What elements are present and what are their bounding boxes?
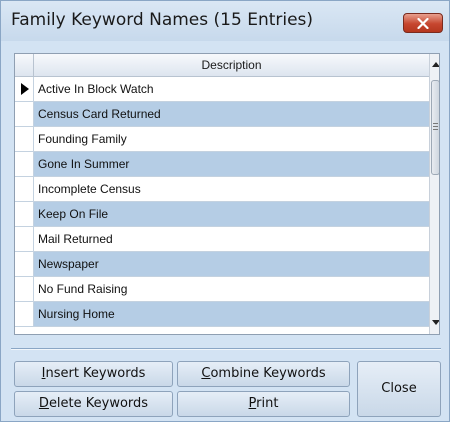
grip-icon bbox=[433, 123, 438, 130]
table-row[interactable]: Active In Block Watch bbox=[15, 77, 429, 102]
row-indicator-header bbox=[15, 54, 34, 77]
table-row[interactable]: Nursing Home bbox=[15, 302, 429, 327]
separator bbox=[11, 348, 441, 350]
description-cell[interactable]: Gone In Summer bbox=[34, 152, 429, 176]
current-row-pointer-icon bbox=[21, 83, 29, 95]
description-cell[interactable]: Incomplete Census bbox=[34, 177, 429, 201]
close-button[interactable]: Close bbox=[357, 361, 441, 417]
description-cell[interactable]: Active In Block Watch bbox=[34, 77, 429, 101]
description-column-header[interactable]: Description bbox=[34, 54, 429, 77]
row-indicator bbox=[15, 127, 34, 151]
row-indicator bbox=[15, 152, 34, 176]
title-bar: Family Keyword Names (15 Entries) bbox=[1, 1, 449, 41]
description-cell[interactable]: Founding Family bbox=[34, 127, 429, 151]
combine-label: ombine Keywords bbox=[210, 366, 326, 381]
row-indicator bbox=[15, 227, 34, 251]
print-button[interactable]: Print bbox=[177, 391, 350, 417]
combine-keywords-button[interactable]: Combine Keywords bbox=[177, 361, 350, 387]
description-cell[interactable]: Nursing Home bbox=[34, 302, 429, 326]
scroll-up-arrow-icon[interactable] bbox=[432, 62, 439, 67]
row-indicator bbox=[15, 202, 34, 226]
description-cell[interactable]: No Fund Raising bbox=[34, 277, 429, 301]
table-row[interactable]: Newspaper bbox=[15, 252, 429, 277]
delete-accesskey: D bbox=[38, 396, 49, 411]
description-cell[interactable]: Census Card Returned bbox=[34, 102, 429, 126]
description-cell[interactable]: Mail Returned bbox=[34, 227, 429, 251]
insert-keywords-button[interactable]: Insert Keywords bbox=[14, 361, 173, 387]
print-label: rint bbox=[256, 396, 279, 411]
row-indicator bbox=[15, 177, 34, 201]
table-row[interactable]: Census Card Returned bbox=[15, 102, 429, 127]
delete-keywords-button[interactable]: Delete Keywords bbox=[14, 391, 173, 417]
description-cell[interactable]: Newspaper bbox=[34, 252, 429, 276]
keyword-names-dialog: Family Keyword Names (15 Entries) Descri… bbox=[0, 0, 450, 422]
row-indicator bbox=[15, 302, 34, 326]
scroll-down-arrow-icon[interactable] bbox=[432, 320, 439, 325]
vertical-scrollbar[interactable] bbox=[429, 54, 439, 334]
row-indicator bbox=[15, 77, 34, 101]
row-indicator bbox=[15, 102, 34, 126]
description-cell[interactable]: Keep On File bbox=[34, 202, 429, 226]
table-row[interactable]: Keep On File bbox=[15, 202, 429, 227]
close-icon bbox=[417, 18, 429, 29]
scrollbar-thumb[interactable] bbox=[431, 80, 439, 175]
delete-label: elete Keywords bbox=[48, 396, 149, 411]
row-indicator bbox=[15, 252, 34, 276]
table-row[interactable]: Incomplete Census bbox=[15, 177, 429, 202]
table-row[interactable]: Gone In Summer bbox=[15, 152, 429, 177]
table-row[interactable]: Mail Returned bbox=[15, 227, 429, 252]
print-accesskey: P bbox=[248, 396, 257, 411]
window-title: Family Keyword Names (15 Entries) bbox=[11, 10, 314, 30]
insert-label: nsert Keywords bbox=[45, 366, 146, 381]
table-row[interactable]: No Fund Raising bbox=[15, 277, 429, 302]
keyword-grid[interactable]: Description Active In Block Watch Census… bbox=[14, 53, 440, 335]
table-row[interactable]: Founding Family bbox=[15, 127, 429, 152]
row-indicator bbox=[15, 277, 34, 301]
window-close-button[interactable] bbox=[403, 13, 443, 33]
